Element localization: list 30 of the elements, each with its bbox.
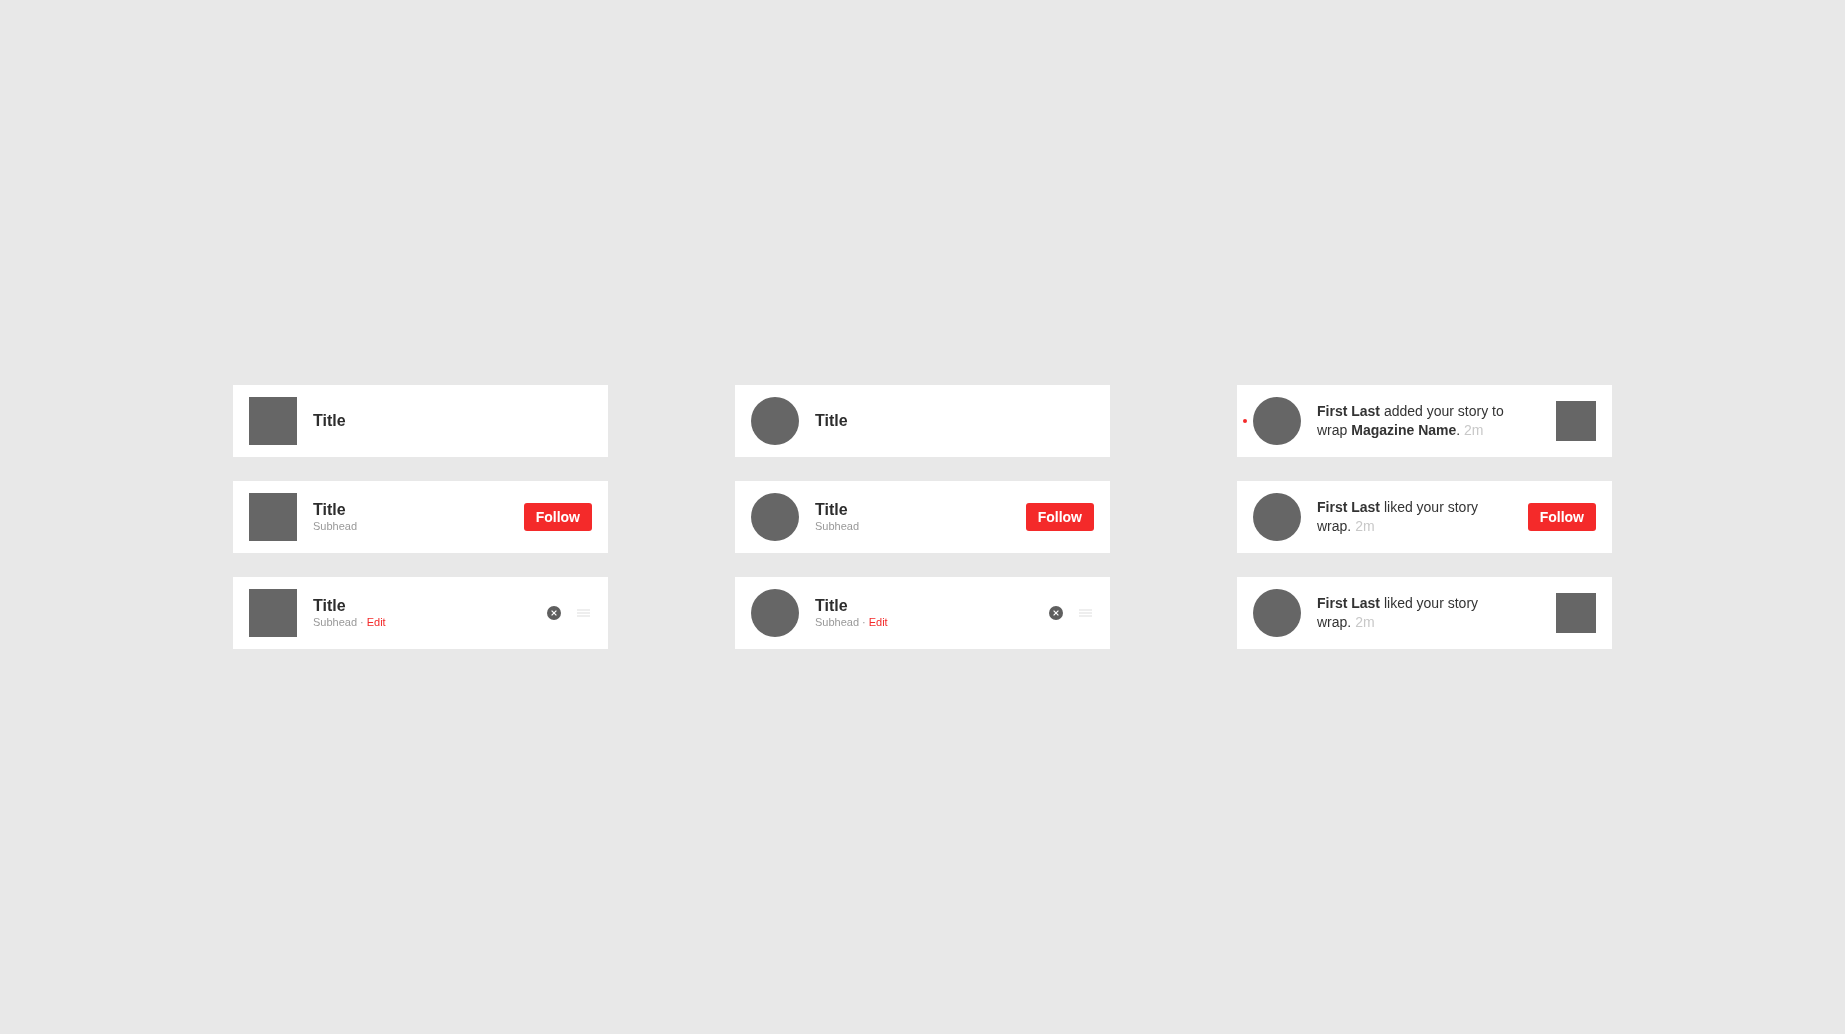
edit-link[interactable]: Edit <box>868 615 888 629</box>
remove-icon[interactable] <box>1049 606 1063 620</box>
story-thumbnail <box>1556 593 1596 633</box>
avatar-circle <box>1253 493 1301 541</box>
item-title: Title <box>815 597 849 615</box>
separator-dot: · <box>360 615 364 629</box>
thumbnail-image <box>249 397 297 445</box>
edit-link[interactable]: Edit <box>366 615 386 629</box>
follow-button[interactable]: Follow <box>1025 503 1094 531</box>
item-subhead: Subhead <box>815 519 861 533</box>
follow-button[interactable]: Follow <box>523 503 592 531</box>
item-title: Title <box>815 501 849 519</box>
item-subhead: Subhead <box>313 519 359 533</box>
separator-dot: · <box>862 615 866 629</box>
item-title: Title <box>313 412 347 430</box>
item-subhead: Subhead <box>313 615 358 629</box>
item-title: Title <box>815 412 849 430</box>
remove-icon[interactable] <box>547 606 561 620</box>
avatar-circle <box>751 397 799 445</box>
avatar-circle <box>1253 589 1301 637</box>
item-subhead: Subhead <box>815 615 860 629</box>
item-title: Title <box>313 501 347 519</box>
avatar-circle <box>751 589 799 637</box>
story-thumbnail <box>1556 401 1596 441</box>
thumbnail-image <box>249 589 297 637</box>
thumbnail-image <box>249 493 297 541</box>
follow-button[interactable]: Follow <box>1527 503 1596 531</box>
avatar-circle <box>751 493 799 541</box>
item-title: Title <box>313 597 347 615</box>
avatar-circle <box>1253 397 1301 445</box>
